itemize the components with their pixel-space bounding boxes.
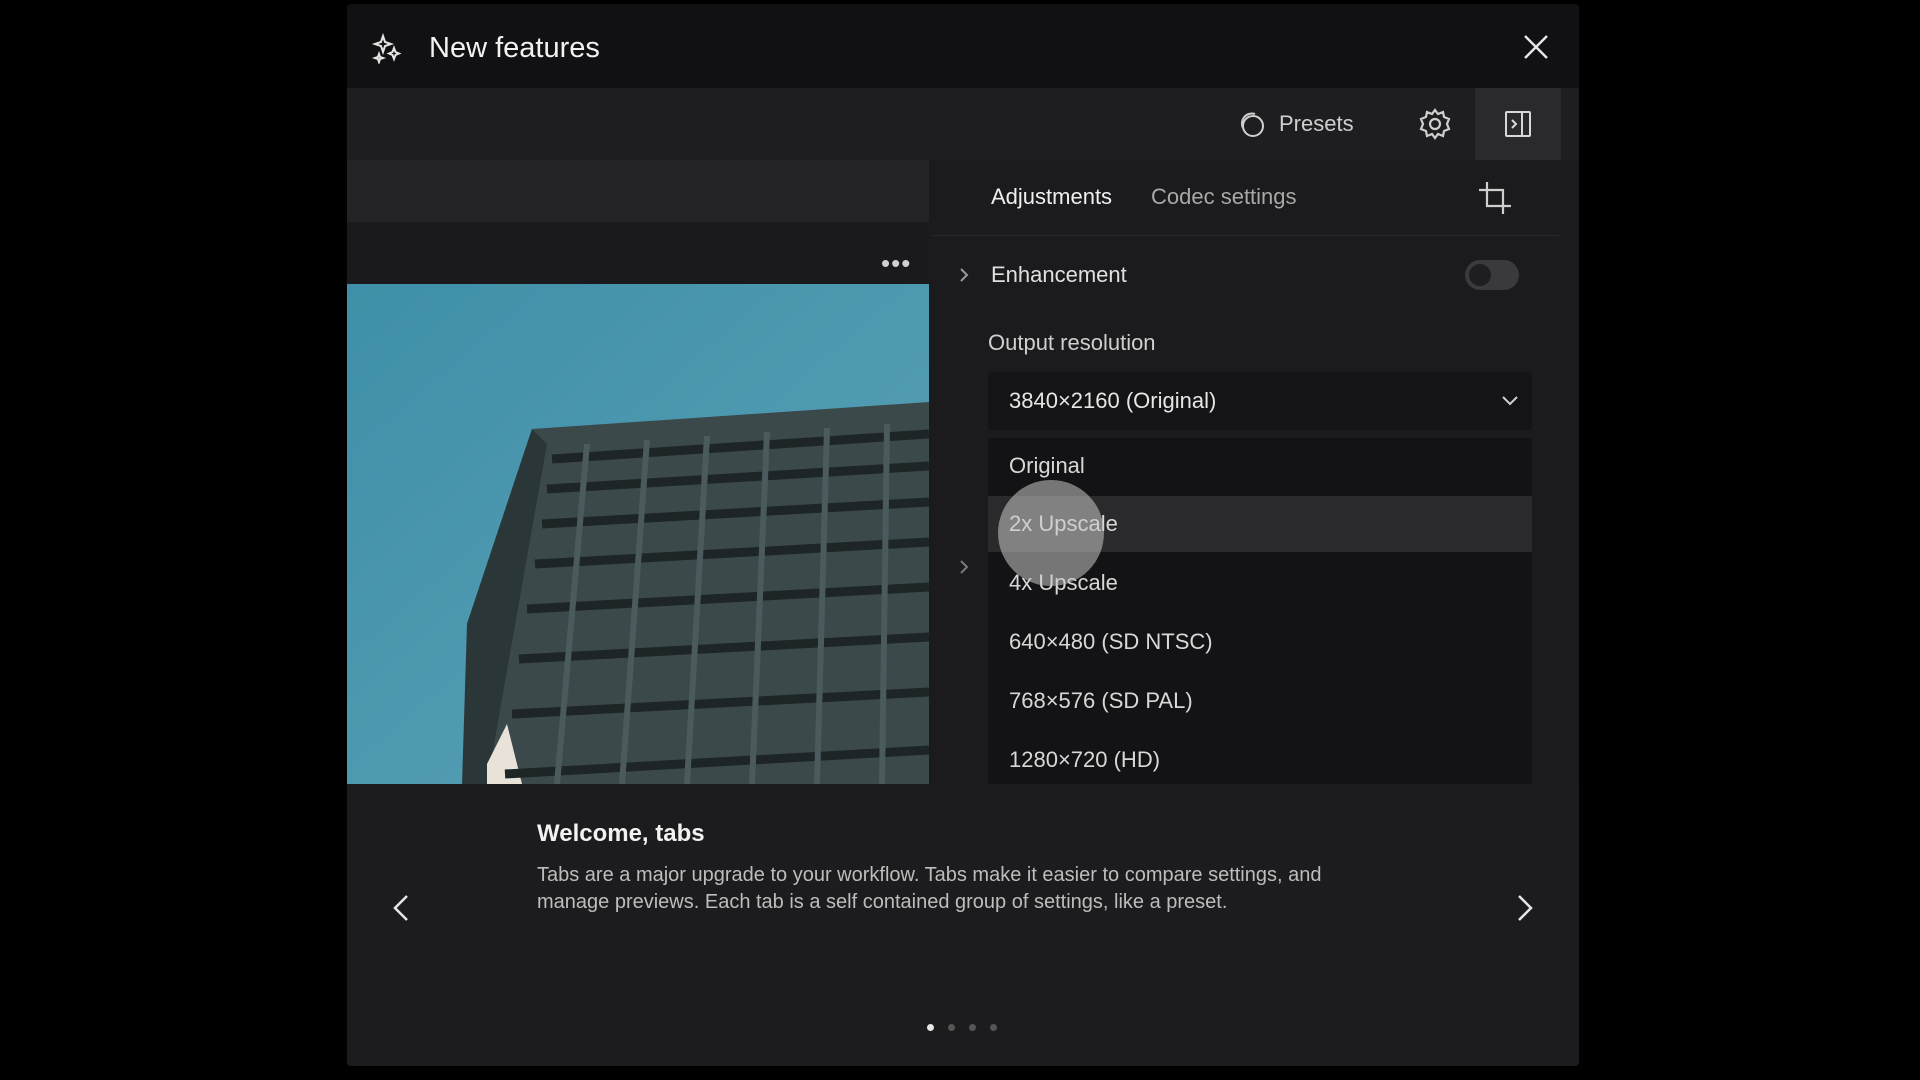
option-sd-pal[interactable]: 768×576 (SD PAL) bbox=[988, 673, 1532, 729]
slide-footer: Welcome, tabs Tabs are a major upgrade t… bbox=[347, 784, 1579, 1066]
preview-pane: ••• bbox=[347, 160, 929, 784]
close-icon[interactable] bbox=[1519, 30, 1553, 64]
selected-resolution: 3840×2160 (Original) bbox=[1009, 388, 1217, 413]
tab-codec-settings[interactable]: Codec settings bbox=[1151, 184, 1297, 210]
tab-adjustments[interactable]: Adjustments bbox=[991, 184, 1112, 210]
presets-button[interactable]: Presets bbox=[1235, 98, 1363, 150]
pagination-dot-3[interactable] bbox=[969, 1024, 976, 1031]
enhancement-toggle[interactable] bbox=[1465, 260, 1519, 290]
presets-icon bbox=[1240, 112, 1264, 137]
toggle-knob bbox=[1469, 264, 1491, 286]
presets-label: Presets bbox=[1279, 111, 1354, 136]
enhancement-row[interactable]: Enhancement bbox=[933, 250, 1559, 300]
building-photo bbox=[347, 284, 929, 784]
pagination-dot-2[interactable] bbox=[948, 1024, 955, 1031]
slide-title: Welcome, tabs bbox=[537, 820, 705, 847]
arrow-right-icon[interactable] bbox=[1509, 888, 1539, 928]
pagination-dot-1[interactable] bbox=[927, 1024, 934, 1031]
pagination-dot-4[interactable] bbox=[990, 1024, 997, 1031]
pagination-dots bbox=[927, 1024, 997, 1031]
output-resolution-label: Output resolution bbox=[988, 330, 1156, 355]
modal-header: New features bbox=[347, 4, 1579, 88]
new-features-modal: New features Presets ••• Adjustments Cod… bbox=[347, 4, 1579, 1066]
panel-toggle-icon bbox=[1505, 111, 1531, 137]
preview-tab-bar bbox=[347, 160, 929, 222]
feature-preview: Presets ••• Adjustments Codec settings E… bbox=[347, 88, 1579, 784]
panel-toggle-button[interactable] bbox=[1475, 88, 1561, 160]
slide-body: Tabs are a major upgrade to your workflo… bbox=[537, 864, 1322, 913]
enhancement-label: Enhancement bbox=[991, 262, 1127, 287]
more-icon[interactable]: ••• bbox=[881, 248, 911, 279]
cursor-highlight bbox=[998, 480, 1104, 586]
modal-title: New features bbox=[429, 32, 600, 64]
chevron-right-icon[interactable] bbox=[955, 266, 973, 284]
chevron-down-icon bbox=[1502, 396, 1518, 406]
tabs-divider bbox=[933, 235, 1559, 236]
crop-icon[interactable] bbox=[1473, 176, 1517, 220]
arrow-left-icon[interactable] bbox=[387, 888, 417, 928]
chevron-right-icon[interactable] bbox=[955, 558, 973, 576]
gear-icon[interactable] bbox=[1413, 102, 1457, 146]
output-resolution-select[interactable]: 3840×2160 (Original) bbox=[988, 372, 1532, 430]
option-hd[interactable]: 1280×720 (HD) bbox=[988, 732, 1532, 788]
sparkle-icon bbox=[371, 32, 402, 64]
app-toolbar: Presets bbox=[347, 88, 1579, 160]
option-sd-ntsc[interactable]: 640×480 (SD NTSC) bbox=[988, 614, 1532, 670]
settings-panel: Adjustments Codec settings Enhancement O… bbox=[933, 160, 1559, 784]
